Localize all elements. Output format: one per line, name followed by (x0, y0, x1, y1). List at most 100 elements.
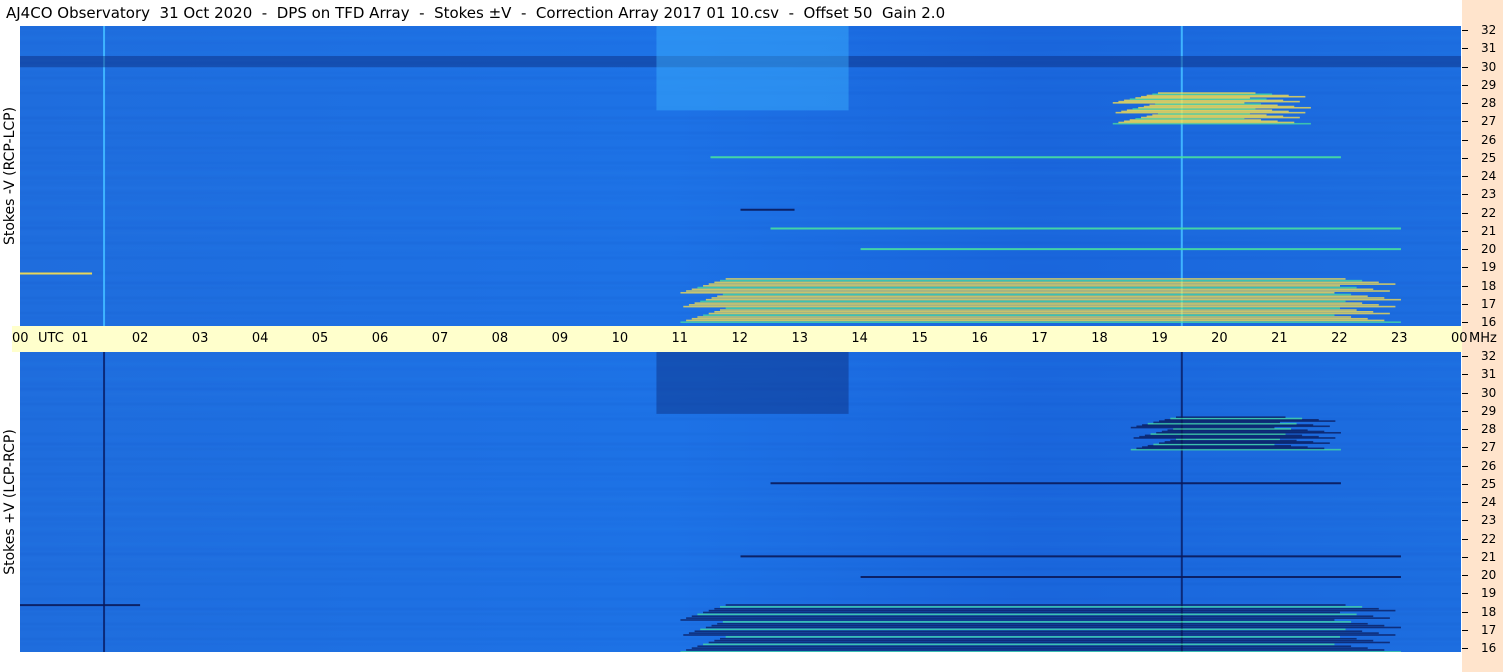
emission-streak (714, 607, 1379, 610)
spectrogram-panel-bottom (20, 352, 1461, 652)
time-tick-label: 18 (1091, 331, 1108, 346)
time-tick-label: 21 (1271, 331, 1288, 346)
frequency-tick (1462, 429, 1468, 430)
spectrogram-top-svg (20, 26, 1461, 326)
time-tick-label: 19 (1151, 331, 1168, 346)
background-band (20, 151, 1461, 155)
frequency-tick (1462, 575, 1468, 576)
background-band (20, 587, 1461, 591)
background-band (20, 216, 1461, 220)
frequency-tick-label: 18 (1481, 278, 1497, 293)
frequency-tick (1462, 249, 1468, 250)
frequency-tick-label: 28 (1481, 96, 1497, 110)
time-tick-label: 16 (971, 331, 988, 346)
background-band (20, 136, 1461, 140)
background-band (20, 457, 1461, 461)
frequency-tick (1462, 103, 1468, 104)
emission-streak (683, 305, 1396, 308)
background-band (20, 197, 1461, 200)
frequency-tick-label: 31 (1481, 41, 1497, 56)
emission-streak (680, 619, 1335, 621)
frequency-tick-label: 19 (1481, 586, 1497, 601)
background-band (20, 453, 1461, 456)
frequency-tick-label: 18 (1481, 604, 1497, 619)
frequency-tick-label: 17 (1481, 622, 1497, 637)
time-axis: 00 UTC 01 02 03 04 05 06 07 08 09 10 11 12 13 14 15 16 17 1… (12, 326, 1497, 352)
feature-0-5-emission (680, 278, 1401, 323)
emission-streak (691, 647, 1368, 649)
feature-0-0-vertical_line (103, 26, 106, 326)
feature-1-7-line (860, 576, 1401, 578)
feature-0-10-line (740, 208, 795, 211)
emission-streak (691, 288, 1374, 291)
background-band (20, 523, 1461, 526)
emission-streak (717, 295, 1368, 298)
feature-0-4-emission (1112, 92, 1311, 125)
background-band (20, 201, 1461, 205)
frequency-tick (1462, 556, 1468, 558)
emission-streak (697, 645, 1352, 648)
emission-streak (714, 311, 1374, 313)
time-tick-label: 09 (551, 331, 569, 346)
time-tick-label: 12 (731, 331, 749, 346)
background-band (20, 241, 1461, 245)
feature-0-9-line (710, 156, 1341, 159)
emission-streak (720, 637, 1357, 640)
time-tick-label: 01 (71, 331, 89, 346)
frequency-tick (1462, 502, 1468, 503)
background-band (20, 252, 1461, 255)
background-band (20, 512, 1461, 516)
emission-streak (703, 285, 1340, 287)
emission-streak (725, 604, 1346, 606)
background-band (20, 477, 1461, 481)
emission-streak (708, 609, 1396, 612)
background-band (20, 161, 1461, 165)
feature-0-8-line (860, 248, 1401, 251)
emission-streak (703, 314, 1335, 317)
emission-streak (686, 649, 1385, 651)
frequency-tick (1462, 374, 1468, 376)
time-tick-label: 08 (491, 331, 509, 346)
frequency-tick (1462, 176, 1468, 177)
background-band (20, 146, 1461, 150)
time-tick-label: 02 (131, 331, 149, 346)
frequency-tick (1462, 194, 1468, 196)
emission-streak (720, 309, 1357, 311)
background-band (20, 572, 1461, 576)
frequency-tick (1462, 410, 1468, 412)
frequency-tick (1462, 483, 1468, 485)
emission-streak (725, 307, 1340, 310)
emission-streak (697, 613, 1357, 616)
feature-1-5-line (20, 604, 141, 607)
emission-streak (722, 621, 1352, 623)
frequency-tick (1462, 538, 1468, 540)
frequency-tick (1462, 139, 1468, 141)
background-band (20, 563, 1461, 566)
frequency-tick (1462, 629, 1468, 631)
time-tick-label: 14 (851, 331, 868, 346)
spectrogram-bottom-svg (20, 352, 1461, 652)
frequency-tick (1462, 356, 1468, 357)
background-band (20, 256, 1461, 260)
feature-1-6-line (740, 555, 1401, 558)
frequency-tick-label: 32 (1481, 23, 1497, 37)
background-band (20, 472, 1461, 476)
emission-streak (725, 278, 1346, 280)
background-band (20, 497, 1461, 501)
background-band (20, 502, 1461, 506)
frequency-tick-label: 27 (1481, 114, 1497, 129)
frequency-tick-label: 27 (1481, 440, 1497, 455)
emission-streak (697, 316, 1352, 318)
frequency-tick-label: 19 (1481, 260, 1497, 275)
background-band (20, 557, 1461, 561)
emission-streak (708, 641, 1390, 644)
time-tick-label: 11 (671, 331, 689, 346)
emission-streak (1175, 416, 1286, 418)
frequency-tick-label: 21 (1481, 223, 1497, 238)
background-band (20, 127, 1461, 130)
frequency-tick (1462, 447, 1468, 449)
time-tick-label: 06 (371, 331, 389, 346)
emission-streak (700, 628, 1346, 631)
time-tick-label: 00 (12, 331, 29, 346)
background-band (20, 131, 1461, 135)
